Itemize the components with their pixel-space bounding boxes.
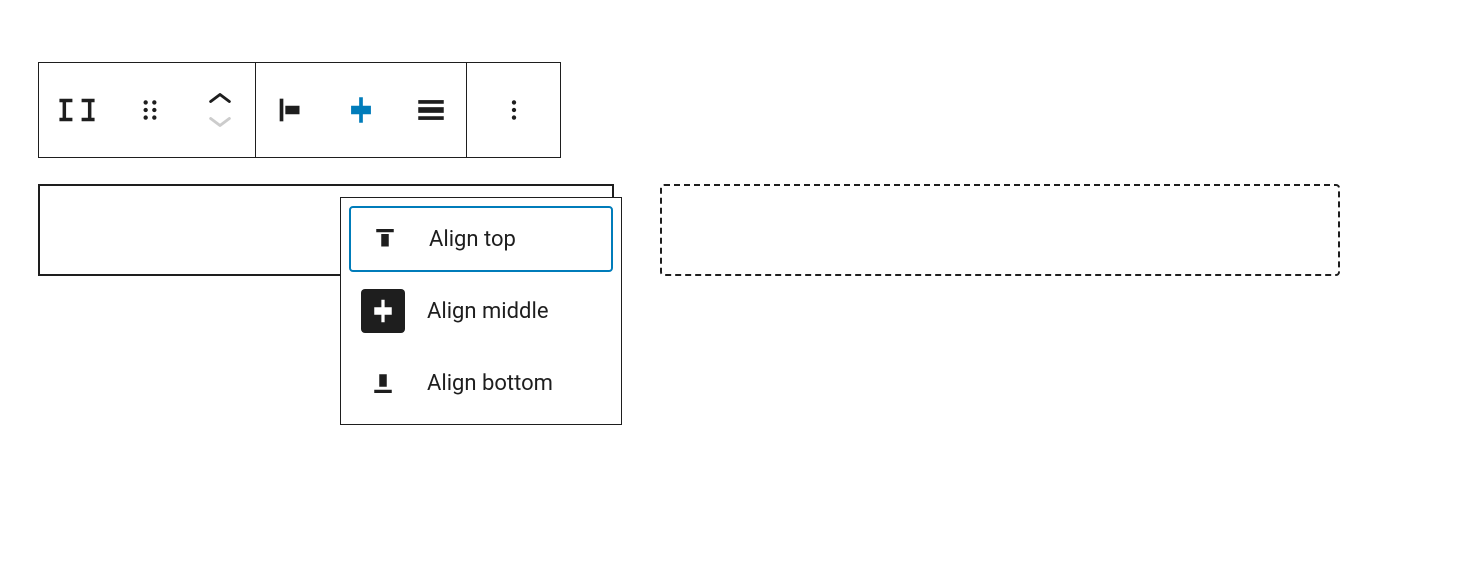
drag-handle-icon: [137, 97, 163, 123]
block-toolbar: [38, 62, 561, 158]
align-left-icon: [274, 93, 308, 127]
align-bottom-icon: [361, 361, 405, 405]
menu-item-align-middle[interactable]: Align middle: [349, 278, 613, 344]
move-buttons: [185, 62, 255, 158]
columns-icon: [58, 91, 96, 129]
toolbar-group-block: [38, 62, 256, 158]
menu-item-align-top[interactable]: Align top: [349, 206, 613, 272]
menu-item-label: Align top: [429, 227, 516, 252]
vertical-align-menu: Align top Align middle Align bottom: [340, 197, 622, 425]
block-type-button[interactable]: [39, 62, 115, 158]
align-middle-icon: [344, 93, 378, 127]
toolbar-group-align: [256, 62, 467, 158]
align-left-button[interactable]: [256, 62, 326, 158]
more-options-button[interactable]: [467, 62, 560, 158]
chevron-down-icon[interactable]: [206, 113, 234, 131]
column-placeholder[interactable]: [660, 184, 1340, 276]
align-top-icon: [363, 217, 407, 261]
align-middle-button[interactable]: [326, 62, 396, 158]
toolbar-group-more: [467, 62, 561, 158]
menu-item-align-bottom[interactable]: Align bottom: [349, 350, 613, 416]
drag-handle-button[interactable]: [115, 62, 185, 158]
align-full-icon: [414, 93, 448, 127]
menu-item-label: Align middle: [427, 299, 548, 324]
more-vertical-icon: [501, 97, 527, 123]
columns-row: [38, 184, 1340, 276]
align-middle-icon: [361, 289, 405, 333]
align-full-button[interactable]: [396, 62, 466, 158]
menu-item-label: Align bottom: [427, 371, 553, 396]
chevron-up-icon[interactable]: [206, 89, 234, 107]
